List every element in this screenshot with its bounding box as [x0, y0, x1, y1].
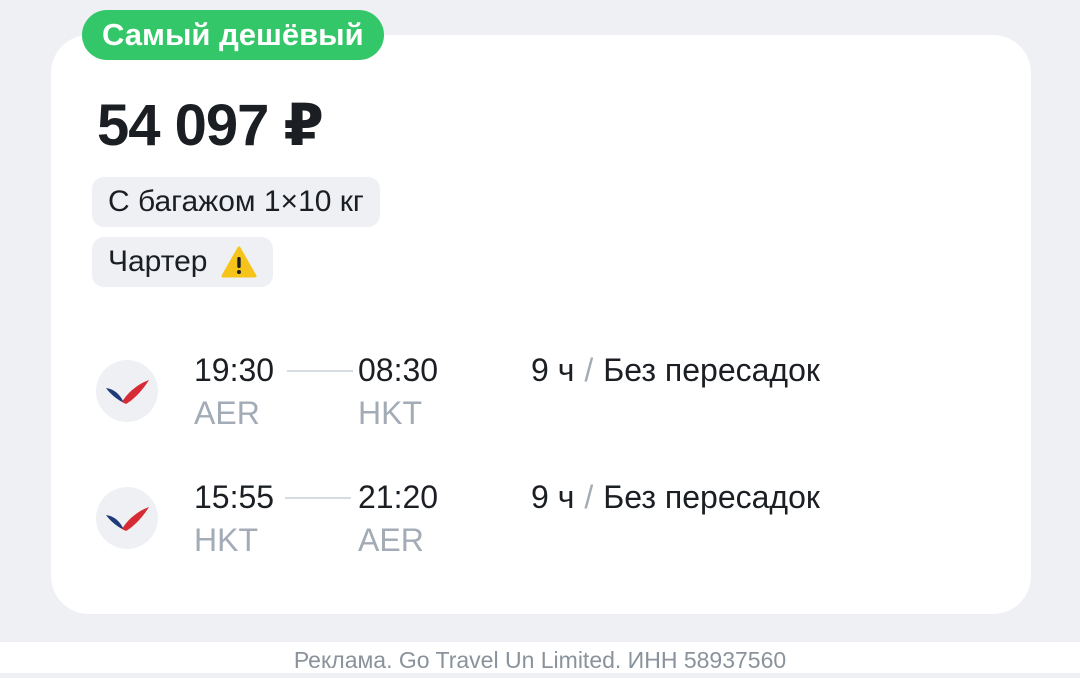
segment-2-arrive-time: 21:20 — [358, 479, 439, 515]
segment-1-duration-info: 9 ч / Без пересадок — [531, 352, 820, 389]
segment-2-depart-code: HKT — [194, 522, 258, 558]
segment-1-arrive-time: 08:30 — [358, 352, 439, 388]
airline-logo-icon — [96, 487, 158, 549]
baggage-chip: С багажом 1×10 кг — [92, 177, 380, 227]
segment-2-route-line — [285, 497, 351, 499]
segment-1-depart-code: AER — [194, 395, 260, 431]
segment-1-duration: 9 ч — [531, 352, 575, 388]
segment-2-duration: 9 ч — [531, 479, 575, 515]
airline-logo-icon — [96, 360, 158, 422]
price: 54 097 ₽ — [97, 93, 324, 158]
ad-disclaimer: Реклама. Go Travel Un Limited. ИНН 58937… — [0, 642, 1080, 673]
segment-2-duration-info: 9 ч / Без пересадок — [531, 479, 820, 516]
airline-wing-icon — [106, 507, 149, 531]
segment-1-route-line — [287, 370, 353, 372]
separator-slash: / — [584, 352, 594, 388]
warning-icon — [221, 246, 257, 278]
separator-slash: / — [584, 479, 594, 515]
segment-2-stops: Без пересадок — [603, 479, 820, 515]
cheapest-badge: Самый дешёвый — [82, 10, 384, 60]
airline-wing-icon — [106, 380, 149, 404]
charter-label: Чартер — [108, 245, 208, 278]
segment-1-stops: Без пересадок — [603, 352, 820, 388]
segment-1-arrive-code: HKT — [358, 395, 422, 431]
segment-1-depart-time: 19:30 — [194, 352, 275, 388]
segment-2-arrive-code: AER — [358, 522, 424, 558]
segment-2-depart-time: 15:55 — [194, 479, 275, 515]
charter-chip[interactable]: Чартер — [92, 237, 274, 287]
baggage-label: С багажом 1×10 кг — [108, 185, 364, 218]
